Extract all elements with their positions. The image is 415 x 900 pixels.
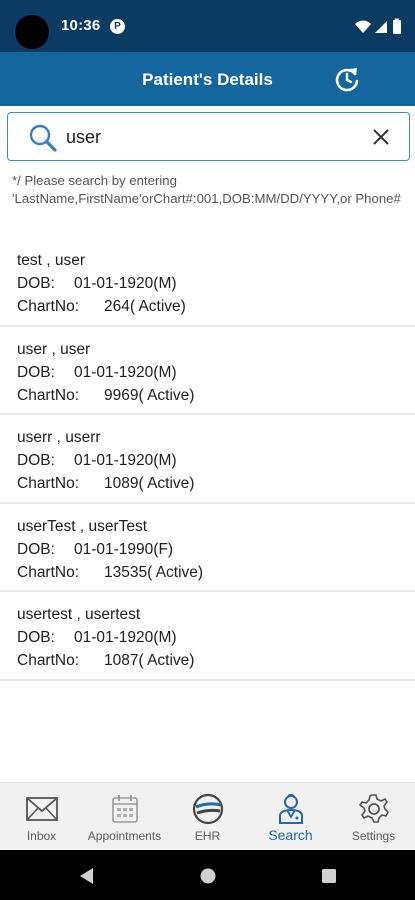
search-input[interactable] (66, 125, 346, 149)
patient-name: userr , userr (17, 429, 101, 446)
patient-chart: 1089( Active) (104, 475, 195, 492)
patient-row[interactable]: userr , userr DOB: 01-01-1920(M) ChartNo:… (0, 415, 415, 504)
patient-name: usertest , usertest (17, 606, 141, 623)
patient-dob: 01-01-1920(M) (74, 363, 177, 381)
patient-row[interactable]: user , user DOB: 01-01-1920(M) ChartNo: 99… (0, 327, 415, 415)
status-time: 10:36 (61, 17, 101, 34)
search-icon (29, 124, 57, 152)
chart-label: ChartNo: (17, 652, 80, 669)
refresh-icon[interactable] (333, 65, 361, 93)
search-hint: */ Please search by entering 'LastName,F… (12, 173, 401, 206)
doctor-icon (278, 794, 303, 824)
patient-dob: 01-01-1920(M) (74, 452, 177, 469)
patient-chart: 1087( Active) (104, 652, 195, 669)
nav-settings[interactable]: Settings (332, 783, 415, 851)
nav-search[interactable]: Search (249, 783, 332, 851)
dob-label: DOB: (17, 540, 55, 558)
signal-icon (375, 21, 387, 33)
gear-icon (358, 794, 389, 823)
patient-dob: 01-01-1920(M) (74, 275, 177, 292)
close-icon[interactable] (371, 127, 391, 147)
chart-label: ChartNo: (17, 386, 80, 404)
system-nav-bar (0, 850, 415, 900)
dob-label: DOB: (17, 629, 55, 646)
patient-name: userTest , userTest (17, 517, 148, 535)
patient-row[interactable]: userTest , userTest DOB: 01-01-1990(F) Ch… (0, 504, 415, 592)
home-icon[interactable] (199, 867, 217, 885)
patient-chart: 13535( Active) (104, 563, 204, 581)
envelope-icon (25, 797, 58, 821)
dob-label: DOB: (17, 452, 55, 469)
nav-label: Appointments (87, 829, 162, 843)
calendar-icon (111, 795, 138, 823)
camera-cutout (15, 15, 49, 49)
dob-label: DOB: (17, 275, 55, 292)
ehr-logo-icon (192, 793, 223, 825)
patient-dob: 01-01-1990(F) (74, 540, 174, 558)
chart-label: ChartNo: (17, 298, 80, 315)
nav-ehr[interactable]: EHR (166, 783, 249, 851)
bottom-nav: Inbox Appointments EHR Search Settings (0, 782, 415, 850)
search-box (7, 112, 410, 161)
patient-list: test , user DOB: 01-01-1920(M) ChartNo: 26… (0, 238, 415, 681)
nav-label: Search (268, 827, 313, 843)
nav-label: Settings (351, 829, 396, 843)
status-icons (355, 18, 401, 34)
patient-chart: 264( Active) (104, 298, 186, 315)
chart-label: ChartNo: (17, 475, 80, 492)
status-bar: 10:36 P (0, 0, 415, 52)
recents-icon[interactable] (320, 867, 338, 885)
nav-inbox[interactable]: Inbox (0, 783, 83, 851)
patient-dob: 01-01-1920(M) (74, 629, 177, 646)
nav-label: Inbox (26, 829, 57, 843)
nav-appointments[interactable]: Appointments (83, 783, 166, 851)
patient-row[interactable]: test , user DOB: 01-01-1920(M) ChartNo: 26… (0, 238, 415, 327)
nav-label: EHR (194, 829, 221, 843)
patient-row[interactable]: usertest , usertest DOB: 01-01-1920(M) Ch… (0, 592, 415, 681)
dob-label: DOB: (17, 363, 55, 381)
wifi-icon (355, 20, 371, 33)
battery-icon (393, 20, 401, 34)
patient-name: test , user (17, 252, 86, 269)
app-notification-icon: P (110, 19, 125, 34)
chart-label: ChartNo: (17, 563, 80, 581)
patient-name: user , user (17, 340, 91, 358)
back-icon[interactable] (78, 867, 96, 885)
patient-chart: 9969( Active) (104, 386, 195, 404)
